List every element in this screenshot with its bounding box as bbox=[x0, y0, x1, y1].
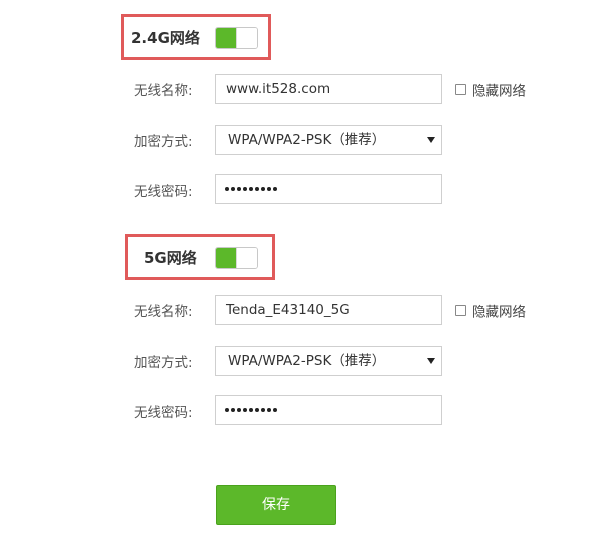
band-5g-encryption-select[interactable]: WPA/WPA2-PSK（推荐） bbox=[215, 346, 442, 376]
band-5g-encryption-value: WPA/WPA2-PSK（推荐） bbox=[228, 353, 386, 369]
chevron-down-icon bbox=[427, 137, 435, 143]
band-5g-title: 5G网络 bbox=[144, 249, 197, 267]
toggle-on-fill bbox=[216, 248, 237, 268]
band-5g-hide-label: 隐藏网络 bbox=[472, 304, 526, 321]
band-2g-password-input[interactable] bbox=[215, 174, 442, 204]
band-2g-password-label: 无线密码: bbox=[134, 184, 193, 200]
password-mask bbox=[225, 408, 279, 427]
band-2g-hide-label: 隐藏网络 bbox=[472, 83, 526, 100]
band-2g-encryption-value: WPA/WPA2-PSK（推荐） bbox=[228, 132, 386, 148]
band-2g-encryption-label: 加密方式: bbox=[134, 134, 193, 150]
band-2g-ssid-input[interactable]: www.it528.com bbox=[215, 74, 442, 104]
band-5g-ssid-label: 无线名称: bbox=[134, 304, 193, 320]
band-2g-ssid-label: 无线名称: bbox=[134, 83, 193, 99]
band-2g-hide-option[interactable]: 隐藏网络 bbox=[455, 79, 526, 100]
band-5g-hide-checkbox[interactable] bbox=[455, 305, 466, 316]
toggle-knob bbox=[236, 248, 257, 268]
band-5g-ssid-input[interactable]: Tenda_E43140_5G bbox=[215, 295, 442, 325]
band-5g-toggle[interactable] bbox=[215, 247, 258, 269]
toggle-knob bbox=[236, 28, 257, 48]
toggle-on-fill bbox=[216, 28, 237, 48]
password-mask bbox=[225, 187, 279, 206]
band-2g-toggle[interactable] bbox=[215, 27, 258, 49]
band-5g-encryption-label: 加密方式: bbox=[134, 355, 193, 371]
band-2g-hide-checkbox[interactable] bbox=[455, 84, 466, 95]
band-5g-password-label: 无线密码: bbox=[134, 405, 193, 421]
save-button[interactable]: 保存 bbox=[216, 485, 336, 525]
band-2g-title: 2.4G网络 bbox=[131, 29, 200, 47]
band-5g-hide-option[interactable]: 隐藏网络 bbox=[455, 300, 526, 321]
band-2g-encryption-select[interactable]: WPA/WPA2-PSK（推荐） bbox=[215, 125, 442, 155]
chevron-down-icon bbox=[427, 358, 435, 364]
band-5g-password-input[interactable] bbox=[215, 395, 442, 425]
